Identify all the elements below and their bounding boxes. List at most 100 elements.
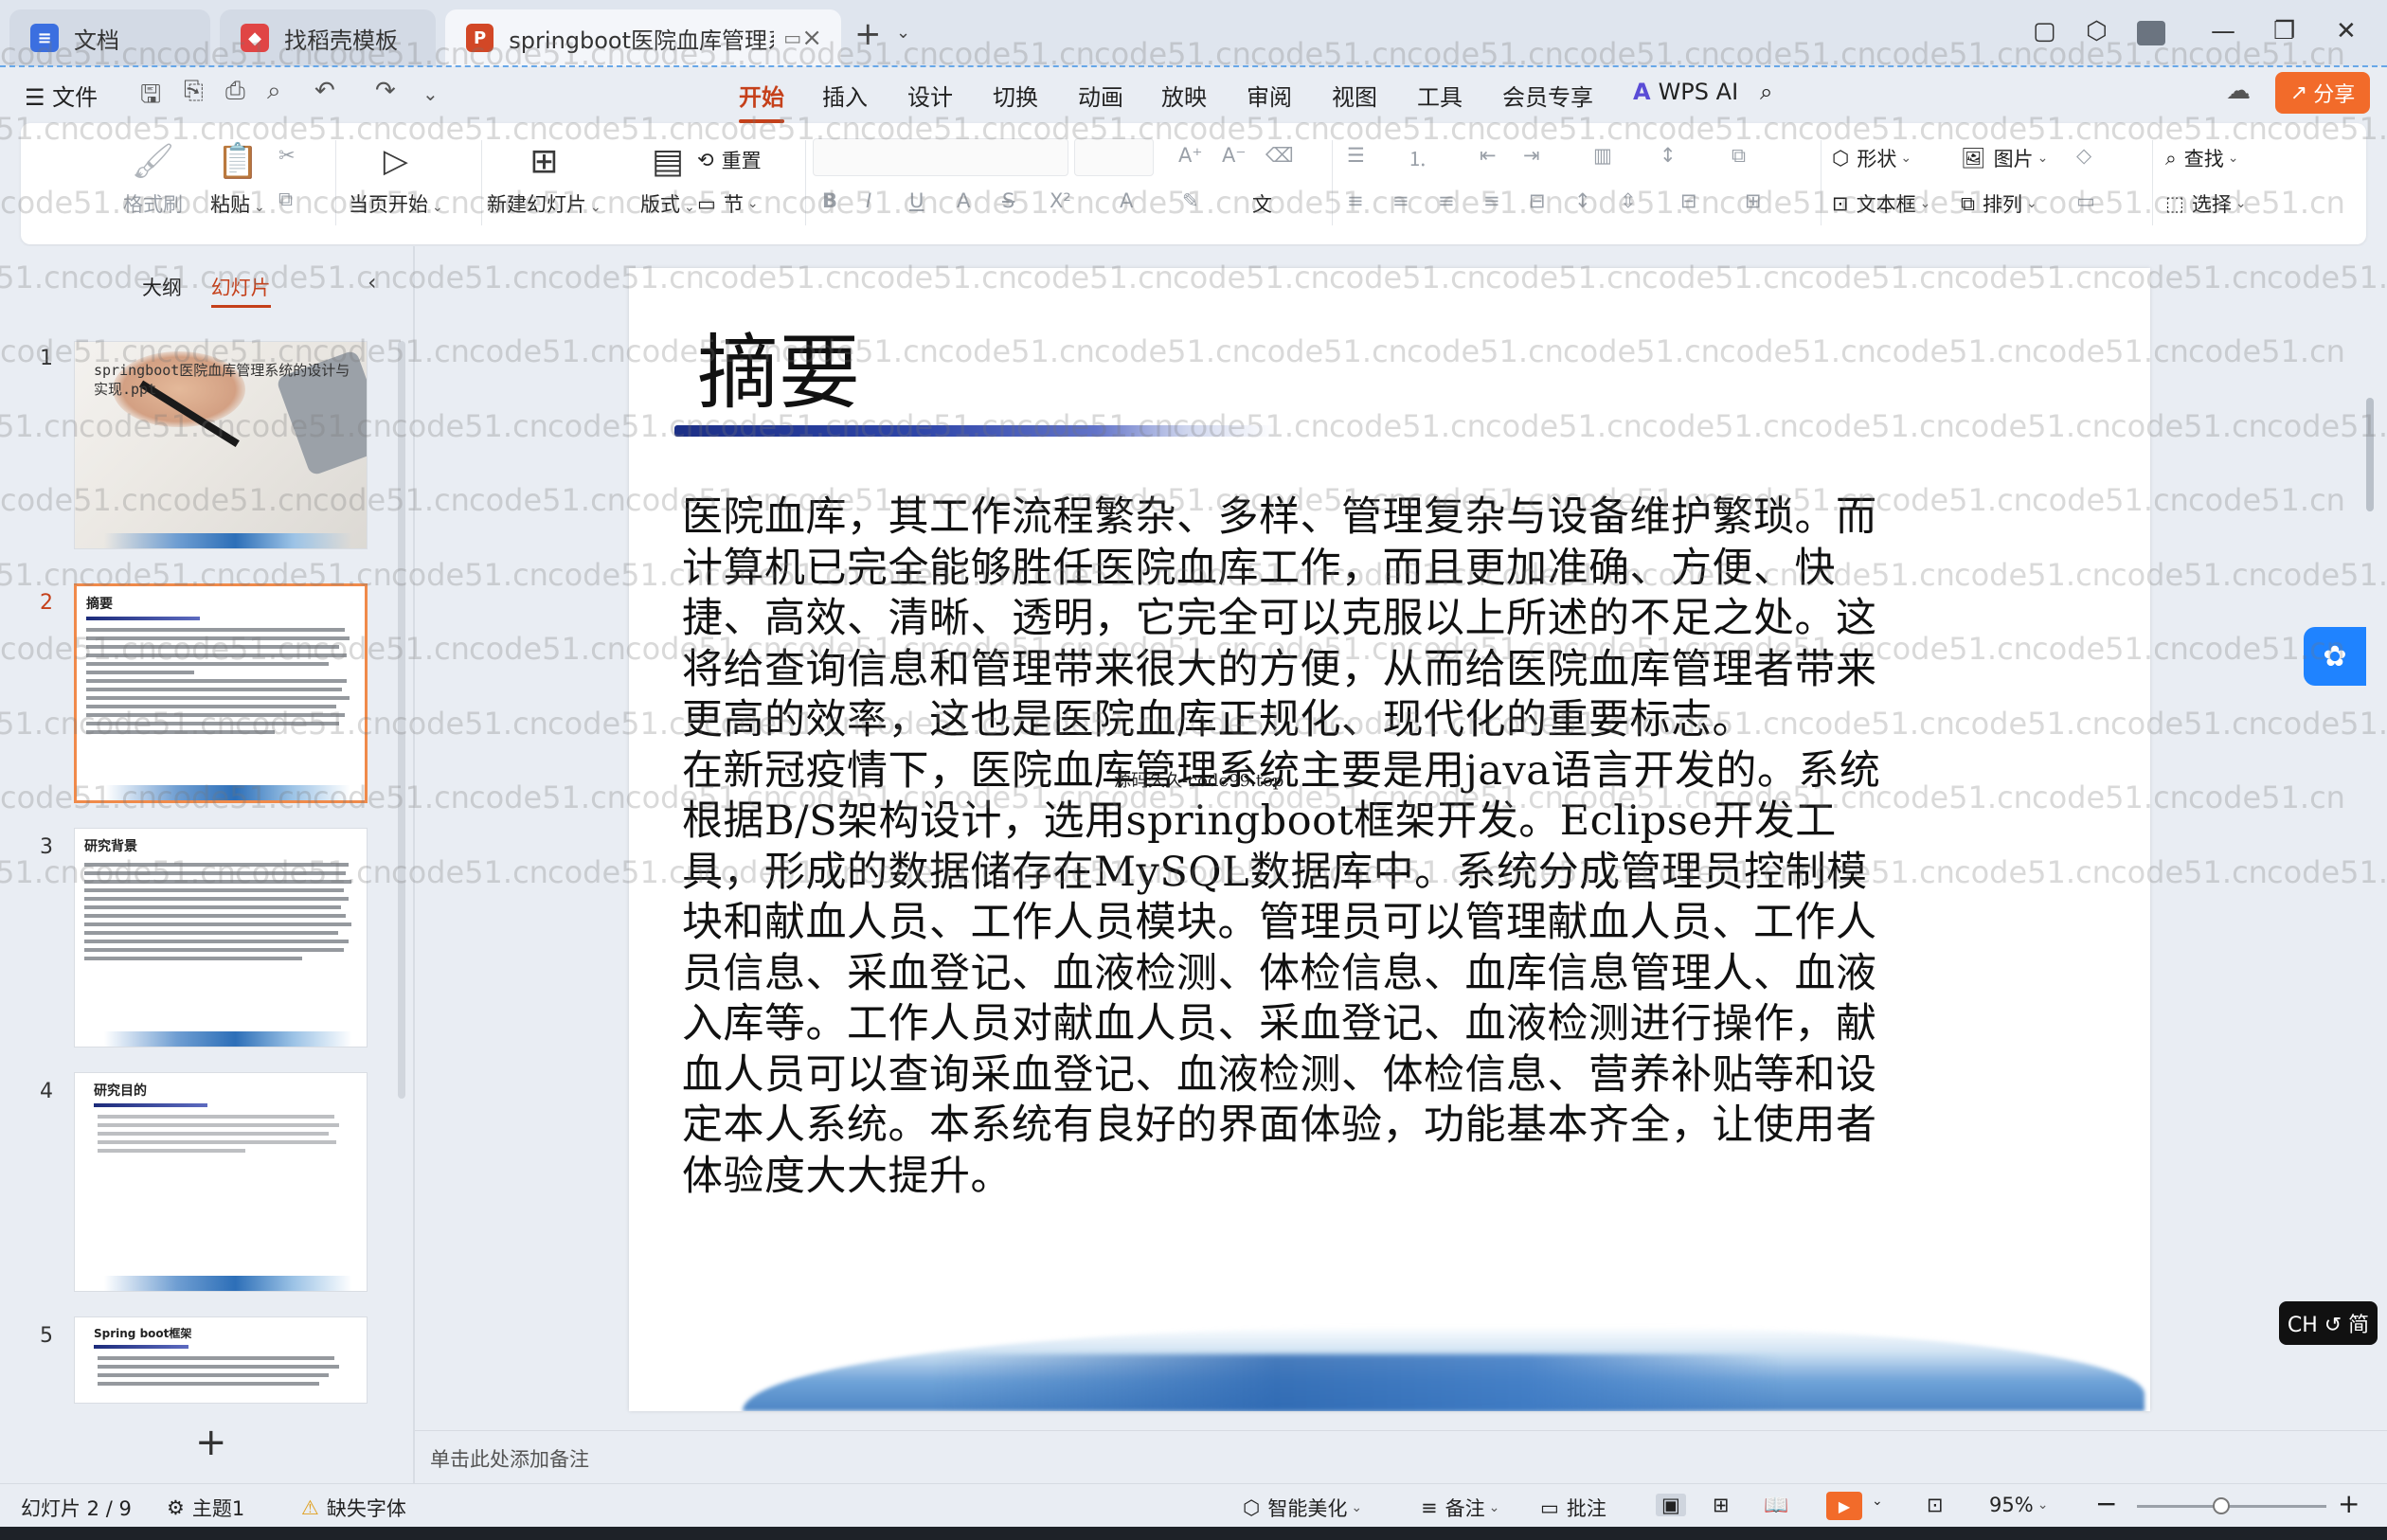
file-menu[interactable]: ☰ 文件 <box>25 79 98 112</box>
close-tab-icon[interactable]: × <box>801 24 822 52</box>
minimize-icon[interactable]: — <box>2211 17 2235 45</box>
outline-icon[interactable]: ▭ <box>2076 189 2095 212</box>
close-window-icon[interactable]: ✕ <box>2336 17 2357 45</box>
section-button[interactable]: ▭ 节 ⌄ <box>697 189 759 218</box>
tab-view[interactable]: 视图 <box>1332 79 1377 112</box>
ime-indicator[interactable]: CH ↺ 简 <box>2279 1301 2378 1345</box>
fit-to-window-icon[interactable]: ⊡ <box>1927 1494 1944 1516</box>
slideshow-play-button[interactable]: ▶ <box>1826 1492 1862 1520</box>
tab-insert[interactable]: 插入 <box>822 79 868 112</box>
notes-toggle[interactable]: ≡ 备注 ⌄ <box>1421 1494 1499 1522</box>
smart-beautify-button[interactable]: ⬡ 智能美化 ⌄ <box>1243 1494 1362 1522</box>
collapse-pane-icon[interactable]: ‹ <box>368 269 377 295</box>
text-box-align-icon[interactable]: ⊞ <box>1745 189 1762 212</box>
paragraph-spacing-icon[interactable]: ⇳ <box>1620 189 1637 212</box>
share-button[interactable]: ↗ 分享 <box>2275 72 2370 114</box>
tab-review[interactable]: 审阅 <box>1247 79 1292 112</box>
reading-view-icon[interactable]: 📖 <box>1764 1494 1788 1517</box>
text-direction-icon[interactable]: ↕ <box>1660 144 1677 167</box>
strikethrough-icon[interactable]: S <box>1002 189 1014 212</box>
font-size-select[interactable] <box>1074 138 1154 176</box>
cloud-upload-icon[interactable]: ☁ <box>2226 77 2251 105</box>
cut-icon[interactable]: ✂ <box>278 144 296 167</box>
line-spacing-icon[interactable]: ↕ <box>1574 189 1591 212</box>
zoom-slider[interactable] <box>2137 1505 2326 1508</box>
add-slide-icon[interactable]: + <box>195 1421 227 1464</box>
slide-title[interactable]: 摘要 <box>697 306 860 424</box>
phonetic-icon[interactable]: 文 <box>1252 189 1272 218</box>
bold-icon[interactable]: B <box>822 189 837 212</box>
search-icon[interactable]: ⌕ <box>1760 79 1772 105</box>
font-family-select[interactable] <box>813 138 1068 176</box>
undo-icon[interactable]: ↶ <box>314 77 335 105</box>
zoom-in-icon[interactable]: + <box>2338 1488 2360 1519</box>
justify-icon[interactable]: ≡ <box>1483 189 1500 212</box>
font-color-icon[interactable]: A <box>1120 189 1133 212</box>
slide-sorter-icon[interactable]: ⊞ <box>1713 1494 1730 1516</box>
export-icon[interactable]: ⎘ <box>184 77 204 106</box>
floating-assistant-icon[interactable]: ✿ <box>2304 627 2366 686</box>
tab-docer-templates[interactable]: ◆ 找稻壳模板 <box>220 9 436 66</box>
tab-slideshow[interactable]: 放映 <box>1161 79 1207 112</box>
reset-button[interactable]: ⟲ 重置 <box>697 146 762 174</box>
highlight-icon[interactable]: ✎ <box>1182 189 1199 212</box>
notes-area[interactable]: 单击此处添加备注 <box>415 1430 2387 1479</box>
redo-icon[interactable]: ↷ <box>375 77 396 105</box>
underline-icon[interactable]: U <box>909 189 924 212</box>
zoom-level[interactable]: 95% ⌄ <box>1989 1494 2048 1516</box>
restore-icon[interactable]: ❐ <box>2273 17 2295 45</box>
play-from-current-button[interactable]: ▷ 当页开始 ⌄ <box>349 140 443 218</box>
align-left-icon[interactable]: ≡ <box>1347 189 1364 212</box>
superscript-icon[interactable]: X² <box>1050 189 1071 212</box>
missing-font-indicator[interactable]: ⚠ 缺失字体 <box>301 1494 406 1522</box>
increase-indent-icon[interactable]: ⇥ <box>1523 144 1540 167</box>
slide-thumbnail-5[interactable]: Spring boot框架 <box>74 1316 368 1404</box>
slide-thumbnail-3[interactable]: 研究背景 <box>74 828 368 1048</box>
tab-tools[interactable]: 工具 <box>1417 79 1463 112</box>
shadow-icon[interactable]: A <box>957 189 970 212</box>
normal-view-icon[interactable]: ▣ <box>1656 1494 1686 1516</box>
decrease-indent-icon[interactable]: ⇤ <box>1480 144 1497 167</box>
current-slide[interactable]: 摘要 医院血库，其工作流程繁杂、多样、管理复杂与设备维护繁琐。而计算机已完全能够… <box>629 268 2150 1411</box>
align-right-icon[interactable]: ≡ <box>1438 189 1455 212</box>
avatar[interactable] <box>2137 21 2165 45</box>
print-icon[interactable]: ⎙ <box>225 77 245 106</box>
align-center-icon[interactable]: ≡ <box>1392 189 1409 212</box>
wps-ai-button[interactable]: A WPS AI <box>1633 79 1738 105</box>
tab-current-presentation[interactable]: P springboot医院血库管理系统 ▭ × <box>445 9 841 66</box>
slide-thumbnail-4[interactable]: 研究目的 <box>74 1072 368 1292</box>
slide-thumbnail-2[interactable]: 摘要 <box>74 583 368 803</box>
thumbnail-scrollbar[interactable] <box>398 341 405 1099</box>
select-button[interactable]: ⬚ 选择 ⌄ <box>2165 189 2247 218</box>
print-preview-icon[interactable]: ⌕ <box>267 77 281 106</box>
tablet-mode-icon[interactable]: ▢ <box>2033 17 2056 45</box>
monitor-icon[interactable]: ▭ <box>783 27 801 49</box>
columns-icon[interactable]: ▥ <box>1593 144 1612 167</box>
increase-font-icon[interactable]: A⁺ <box>1178 144 1202 167</box>
fill-icon[interactable]: ◇ <box>2076 144 2091 167</box>
slide-thumbnail-1[interactable]: springboot医院血库管理系统的设计与实现.ppt <box>74 341 368 549</box>
numbering-icon[interactable]: ⒈ <box>1408 144 1427 172</box>
picture-button[interactable]: 🖼 图片 ⌄ <box>1961 144 2048 172</box>
theme-indicator[interactable]: ⚙ 主题1 <box>167 1494 244 1522</box>
find-button[interactable]: ⌕ 查找 ⌄ <box>2165 144 2239 172</box>
bullets-icon[interactable]: ☰ <box>1347 144 1365 167</box>
chevron-down-icon[interactable]: ⌄ <box>1872 1494 1883 1509</box>
zoom-slider-handle[interactable] <box>2213 1497 2230 1514</box>
cube-icon[interactable]: ⬡ <box>2086 17 2108 45</box>
layout-button[interactable]: ▤ 版式 ⌄ <box>640 140 695 218</box>
tab-design[interactable]: 设计 <box>907 79 953 112</box>
canvas-scrollbar[interactable] <box>2366 398 2374 511</box>
new-tab-icon[interactable]: + <box>854 15 882 53</box>
chevron-down-icon[interactable]: ⌄ <box>422 82 439 105</box>
chevron-down-icon[interactable]: ⌄ <box>896 23 910 43</box>
format-painter-button[interactable]: 🖌 格式刷 <box>123 140 183 218</box>
textbox-button[interactable]: ⊡ 文本框 ⌄ <box>1832 189 1930 218</box>
tab-member[interactable]: 会员专享 <box>1502 79 1593 112</box>
copy-icon[interactable]: ⧉ <box>278 188 293 211</box>
tab-slides[interactable]: 幻灯片 <box>210 277 271 308</box>
arrange-button[interactable]: ⧉ 排列 ⌄ <box>1961 189 2037 218</box>
tab-documents[interactable]: ≡ 文档 <box>9 9 210 66</box>
tab-animations[interactable]: 动画 <box>1078 79 1123 112</box>
new-slide-button[interactable]: ⊞ 新建幻灯片 ⌄ <box>487 140 601 218</box>
